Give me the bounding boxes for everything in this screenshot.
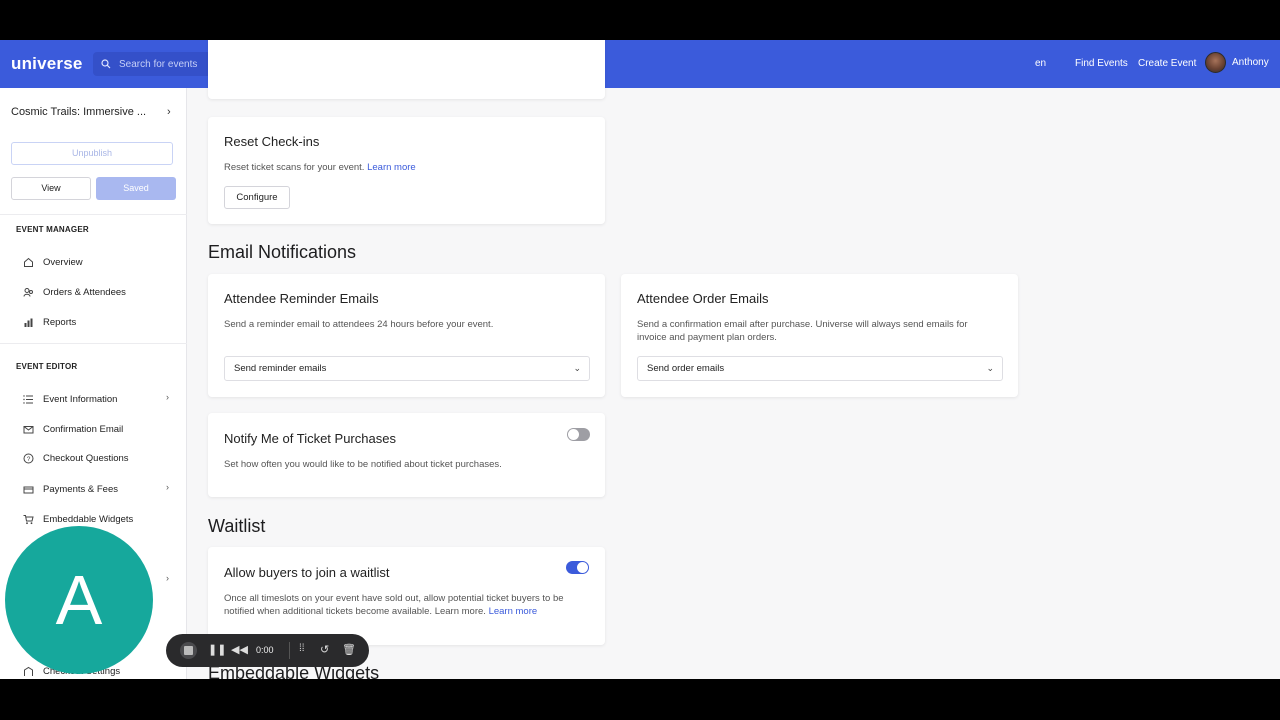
reminder-emails-card: Attendee Reminder Emails Send a reminder… [208,274,605,397]
view-button[interactable]: View [11,177,91,200]
divider [0,343,187,344]
mail-icon [23,425,34,433]
sidebar-item-label: Event Information [43,393,118,405]
create-event-link[interactable]: Create Event [1138,58,1196,69]
card-description: Send a reminder email to attendees 24 ho… [224,319,494,330]
chevron-right-icon: › [166,392,169,402]
user-name[interactable]: Anthony [1232,57,1269,68]
chevron-right-icon[interactable]: › [167,106,171,118]
sidebar-item-embeddable-widgets[interactable]: Embeddable Widgets [23,512,173,526]
card-description: Reset ticket scans for your event. Learn… [224,161,416,174]
chevron-down-icon: ⌄ [986,363,994,373]
waitlist-heading: Waitlist [208,516,266,536]
email-notifications-heading: Email Notifications [208,242,357,262]
waitlist-card: Allow buyers to join a waitlist Once all… [208,547,605,645]
previous-settings-card [208,40,605,99]
card-description: Once all timeslots on your event have so… [224,592,564,618]
configure-button[interactable]: Configure [224,186,290,209]
sidebar-item-checkout-questions[interactable]: ? Checkout Questions [23,451,173,465]
sidebar-item-event-information[interactable]: Event Information › [23,392,173,406]
card-title: Reset Check-ins [224,134,320,149]
grid-icon[interactable]: ⁞⁞ [299,643,305,654]
reminder-emails-select[interactable]: Send reminder emails ⌄ [224,356,590,381]
card-title: Attendee Reminder Emails [224,291,379,306]
card-description: Set how often you would like to be notif… [224,459,502,470]
presenter-avatar: A [5,526,153,674]
attendees-icon [23,287,33,297]
event-manager-heading: EVENT MANAGER [16,225,89,234]
pause-icon[interactable]: ❚❚ [208,643,226,656]
notify-toggle[interactable] [567,428,590,441]
chevron-right-icon: › [166,482,169,492]
sidebar-item-reports[interactable]: Reports [23,315,173,329]
sidebar-item-label: Embeddable Widgets [43,513,134,525]
toggle-knob [568,429,579,440]
home-icon [24,257,33,267]
select-value: Send order emails [647,363,725,374]
sidebar-item-confirmation-email[interactable]: Confirmation Email [23,422,173,436]
sidebar-item-label: Overview [43,256,83,268]
card-title: Notify Me of Ticket Purchases [224,431,396,446]
trash-icon[interactable]: 🗑 [342,643,356,656]
letterbox-top [0,0,1280,40]
card-title: Allow buyers to join a waitlist [224,565,390,580]
select-value: Send reminder emails [234,363,327,374]
card-title: Attendee Order Emails [637,291,769,306]
saved-button[interactable]: Saved [96,177,176,200]
letterbox-bottom [0,679,1280,720]
divider [0,214,187,215]
sidebar-item-label: Payments & Fees [43,483,118,495]
card-description: Send a confirmation email after purchase… [637,318,968,344]
waitlist-toggle[interactable] [566,561,589,574]
list-icon [23,394,33,404]
learn-more-link[interactable]: Learn more [367,162,416,173]
stop-icon[interactable] [180,642,197,659]
description-text: Reset ticket scans for your event. [224,162,365,173]
sidebar-item-payments-fees[interactable]: Payments & Fees › [23,482,173,496]
payment-icon [23,486,34,493]
sidebar-item-overview[interactable]: Overview [23,255,173,269]
order-emails-select[interactable]: Send order emails ⌄ [637,356,1003,381]
unpublish-button[interactable]: Unpublish [11,142,173,165]
learn-more-link[interactable]: Learn more [489,606,538,617]
recording-timer: 0:00 [256,645,274,655]
cart-icon [23,514,34,524]
sidebar-item-label: Reports [43,316,77,328]
sidebar-item-label: Checkout Questions [43,452,129,464]
rewind-icon[interactable]: ◀◀ [231,643,248,656]
event-editor-heading: EVENT EDITOR [16,362,78,371]
universe-logo[interactable]: universe [11,54,83,74]
top-nav-bar: universe en Find Events Create Event Ant… [0,40,1280,88]
sidebar-item-label: Confirmation Email [43,423,124,435]
recording-controls: ❚❚ ◀◀ 0:00 ⁞⁞ ↺ 🗑 [166,634,369,667]
description-line: invoice and payment plan orders. [637,332,777,343]
question-icon: ? [23,453,34,463]
svg-text:?: ? [27,456,31,463]
restart-icon[interactable]: ↺ [320,643,329,656]
description-line: Send a confirmation email after purchase… [637,319,968,330]
reset-checkins-card: Reset Check-ins Reset ticket scans for y… [208,117,605,224]
bar-chart-icon [24,318,33,327]
event-title[interactable]: Cosmic Trails: Immersive ... [11,106,146,118]
settings-icon [24,666,33,676]
chevron-right-icon: › [166,573,169,583]
description-line: notified when additional tickets become … [224,605,564,618]
search-icon [101,59,111,69]
find-events-link[interactable]: Find Events [1075,58,1128,69]
app-window: universe en Find Events Create Event Ant… [0,40,1280,679]
description-text: notified when additional tickets become … [224,606,486,617]
notify-purchases-card: Notify Me of Ticket Purchases Set how of… [208,413,605,497]
sidebar-item-orders-attendees[interactable]: Orders & Attendees [23,285,173,299]
user-avatar[interactable] [1205,52,1226,73]
language-selector[interactable]: en [1035,58,1046,69]
order-emails-card: Attendee Order Emails Send a confirmatio… [621,274,1018,397]
chevron-down-icon: ⌄ [573,363,581,373]
sidebar-item-label: Orders & Attendees [43,286,126,298]
toggle-knob [577,562,588,573]
divider [289,642,290,659]
description-line: Once all timeslots on your event have so… [224,593,564,604]
